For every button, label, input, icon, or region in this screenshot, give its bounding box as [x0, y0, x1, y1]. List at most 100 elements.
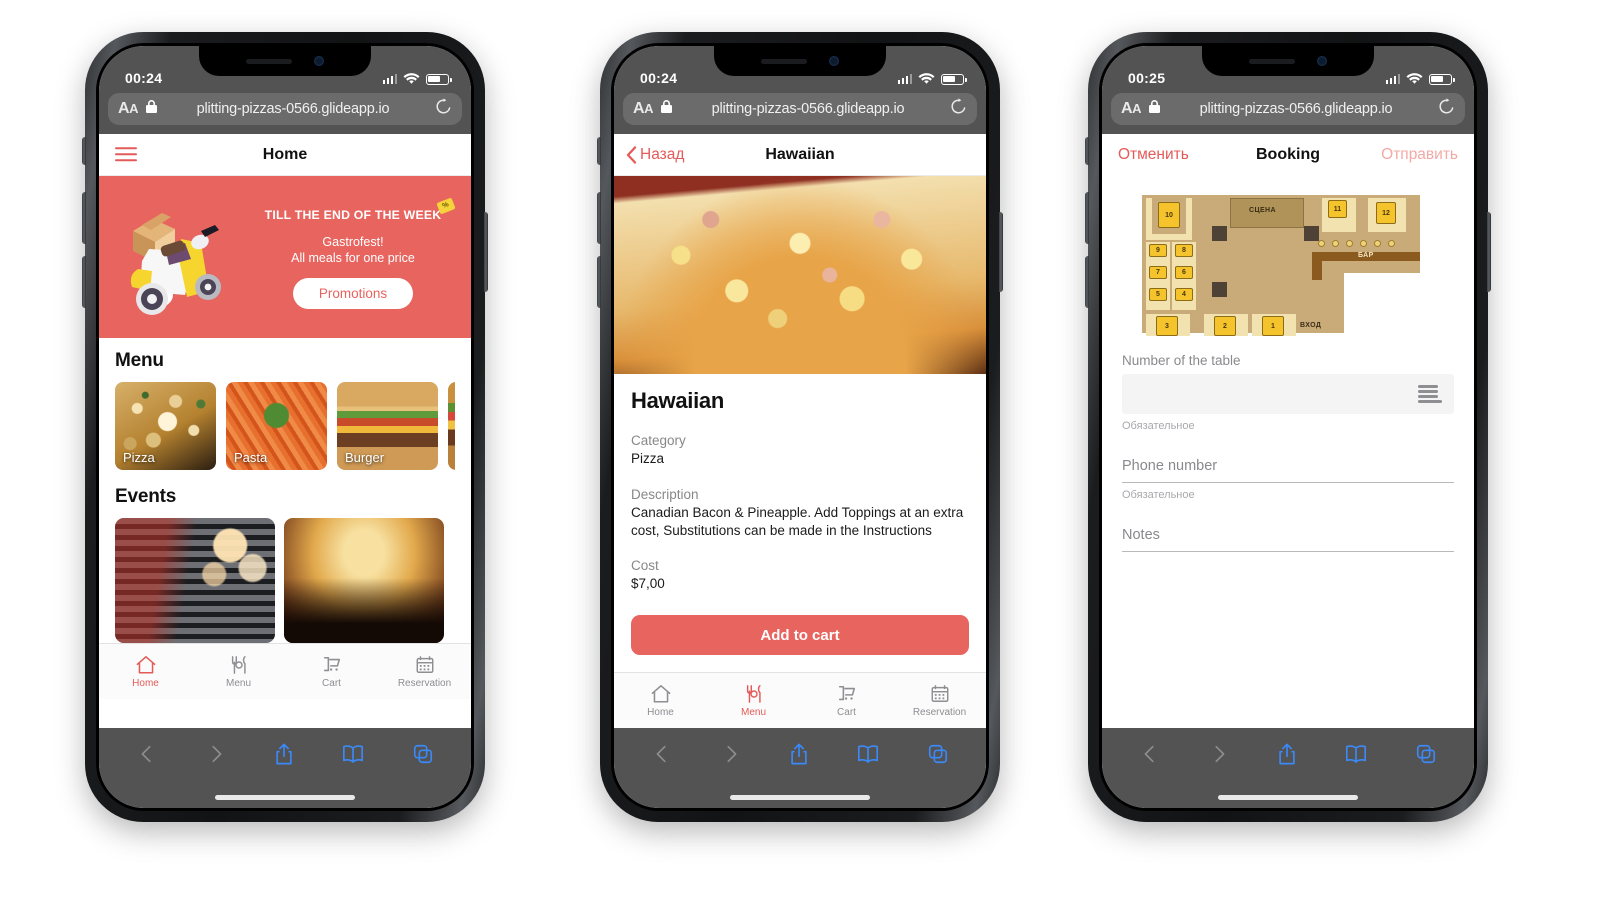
back-button[interactable]: Назад: [626, 146, 684, 164]
back-arrow-icon[interactable]: [136, 743, 158, 765]
safari-url-bar[interactable]: AA plitting-pizzas-0566.glideapp.io: [99, 90, 471, 134]
safari-url-bar[interactable]: AA plitting-pizzas-0566.glideapp.io: [1102, 90, 1474, 134]
text-size-button[interactable]: AA: [633, 100, 653, 118]
events-section: Events: [99, 470, 471, 643]
cart-icon: [323, 656, 340, 671]
page-title: Booking: [1256, 146, 1320, 163]
reload-icon[interactable]: [435, 98, 452, 120]
menu-section-title: Menu: [115, 350, 164, 371]
cart-icon: [838, 685, 855, 700]
reload-icon[interactable]: [1438, 98, 1455, 120]
table-field-label: Number of the table: [1122, 353, 1241, 368]
page-title: Hawaiian: [765, 145, 835, 163]
tab-menu[interactable]: Menu: [192, 655, 285, 689]
tab-menu[interactable]: Menu: [707, 684, 800, 718]
volume-down-button[interactable]: [82, 256, 86, 308]
tabs-icon[interactable]: [927, 743, 949, 765]
status-time: 00:25: [1128, 70, 1166, 86]
table-required-note: Обязательное: [1122, 420, 1195, 432]
cutlery-icon: [746, 684, 761, 703]
power-button[interactable]: [484, 212, 488, 292]
phone-field[interactable]: Phone number: [1122, 458, 1454, 483]
table-12[interactable]: 12: [1376, 202, 1396, 224]
tab-label: Home: [647, 706, 674, 718]
reload-icon[interactable]: [950, 98, 967, 120]
tab-reservation[interactable]: Reservation: [893, 684, 986, 718]
web-content-home: Home TILL THE END OF THE WEEK % Gastrofe…: [99, 134, 471, 728]
text-size-button[interactable]: AA: [1121, 100, 1141, 118]
table-2[interactable]: 2: [1214, 316, 1236, 336]
list-lines-icon: [1418, 383, 1442, 406]
book-icon[interactable]: [341, 743, 365, 765]
forward-arrow-icon[interactable]: [720, 743, 742, 765]
menu-card-label: Burger: [345, 450, 385, 465]
menu-card-pasta[interactable]: Pasta: [226, 382, 327, 470]
menu-card-list: Pizza Pasta Burger: [115, 382, 455, 470]
field-description: Description Canadian Bacon & Pineapple. …: [631, 487, 969, 540]
menu-card-next[interactable]: [448, 382, 455, 470]
promotions-button[interactable]: Promotions: [292, 277, 414, 309]
status-time: 00:24: [125, 70, 163, 86]
forward-arrow-icon[interactable]: [205, 743, 227, 765]
tab-cart[interactable]: Cart: [800, 684, 893, 718]
power-button[interactable]: [999, 212, 1003, 292]
add-to-cart-button[interactable]: Add to cart: [631, 615, 969, 656]
restaurant-floorplan[interactable]: 10 9 8 7 6 5 4 3 2 1 СЦЕНА 11 12 БАР ВХО…: [1120, 190, 1420, 336]
back-arrow-icon[interactable]: [651, 743, 673, 765]
back-arrow-icon[interactable]: [1139, 743, 1161, 765]
earpiece-speaker: [246, 58, 292, 64]
forward-arrow-icon[interactable]: [1208, 743, 1230, 765]
mute-switch[interactable]: [1085, 137, 1089, 165]
hamburger-icon[interactable]: [115, 144, 137, 166]
notes-field[interactable]: Notes: [1122, 527, 1454, 552]
tab-reservation[interactable]: Reservation: [378, 655, 471, 689]
table-8[interactable]: 8: [1175, 244, 1193, 257]
bar-counter-side: [1312, 252, 1322, 280]
tabs-icon[interactable]: [412, 743, 434, 765]
battery-icon: [426, 73, 452, 85]
category-value: Pizza: [631, 451, 665, 466]
table-6[interactable]: 6: [1175, 266, 1193, 279]
menu-card-pizza[interactable]: Pizza: [115, 382, 216, 470]
home-indicator: [99, 786, 471, 808]
book-icon[interactable]: [856, 743, 880, 765]
power-button[interactable]: [1487, 212, 1491, 292]
promo-line-2: All meals for one price: [291, 250, 415, 265]
share-icon[interactable]: [1276, 742, 1298, 766]
share-icon[interactable]: [788, 742, 810, 766]
volume-up-button[interactable]: [1085, 192, 1089, 244]
table-11[interactable]: 11: [1328, 200, 1347, 218]
table-1[interactable]: 1: [1262, 316, 1284, 336]
table-7[interactable]: 7: [1149, 266, 1167, 279]
table-3[interactable]: 3: [1156, 316, 1178, 336]
table-5[interactable]: 5: [1149, 288, 1167, 301]
table-10[interactable]: 10: [1158, 202, 1180, 228]
lock-icon: [145, 100, 157, 118]
volume-down-button[interactable]: [1085, 256, 1089, 308]
event-card-microphone[interactable]: [115, 518, 275, 643]
volume-up-button[interactable]: [82, 192, 86, 244]
event-card-concert[interactable]: [284, 518, 444, 643]
mute-switch[interactable]: [597, 137, 601, 165]
menu-card-burger[interactable]: Burger: [337, 382, 438, 470]
submit-button[interactable]: Отправить: [1381, 146, 1458, 164]
tab-home[interactable]: Home: [99, 655, 192, 689]
tab-home[interactable]: Home: [614, 684, 707, 718]
promo-banner[interactable]: TILL THE END OF THE WEEK % Gastrofest! A…: [99, 176, 471, 338]
safari-url-bar[interactable]: AA plitting-pizzas-0566.glideapp.io: [614, 90, 986, 134]
volume-up-button[interactable]: [597, 192, 601, 244]
field-cost: Cost $7,00: [631, 558, 969, 593]
pillar: [1304, 226, 1319, 241]
cancel-button[interactable]: Отменить: [1118, 146, 1189, 164]
table-9[interactable]: 9: [1149, 244, 1167, 257]
table-select[interactable]: [1122, 374, 1454, 414]
mute-switch[interactable]: [82, 137, 86, 165]
share-icon[interactable]: [273, 742, 295, 766]
tab-label: Cart: [322, 677, 341, 689]
text-size-button[interactable]: AA: [118, 100, 138, 118]
table-4[interactable]: 4: [1175, 288, 1193, 301]
book-icon[interactable]: [1344, 743, 1368, 765]
volume-down-button[interactable]: [597, 256, 601, 308]
tabs-icon[interactable]: [1415, 743, 1437, 765]
tab-cart[interactable]: Cart: [285, 655, 378, 689]
